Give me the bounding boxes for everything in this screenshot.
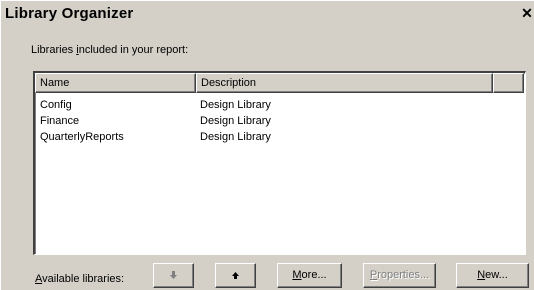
available-libraries-label: Available libraries: <box>35 273 125 285</box>
list-item-name: Finance <box>40 115 80 127</box>
list-item-description: Design Library <box>200 115 271 127</box>
arrow-up-icon <box>232 271 239 279</box>
dialog-title: Library Organizer <box>5 5 134 22</box>
library-organizer-dialog: Library Organizer ✕ Libraries included i… <box>0 0 534 290</box>
column-header-description[interactable]: Description <box>196 73 493 93</box>
new-button[interactable]: New... <box>456 263 529 288</box>
move-up-button[interactable] <box>215 263 256 288</box>
close-icon: ✕ <box>521 5 533 21</box>
list-item-description: Design Library <box>200 131 271 143</box>
close-button[interactable]: ✕ <box>521 6 533 20</box>
column-header-extra[interactable] <box>493 73 524 93</box>
move-down-button[interactable] <box>153 263 194 288</box>
list-header: Name Description <box>35 73 525 93</box>
list-item-description: Design Library <box>200 99 271 111</box>
more-button[interactable]: More... <box>277 263 342 288</box>
list-item[interactable]: Finance Design Library <box>35 113 525 129</box>
title-bar[interactable]: Library Organizer ✕ <box>1 1 534 29</box>
libraries-included-label: Libraries included in your report: <box>31 44 189 56</box>
included-libraries-list[interactable]: Name Description Config Design Library F… <box>33 71 526 255</box>
column-header-name[interactable]: Name <box>35 73 196 93</box>
arrow-down-icon <box>170 270 177 279</box>
list-item-name: Config <box>40 99 72 111</box>
list-rows: Config Design Library Finance Design Lib… <box>35 97 525 145</box>
list-item[interactable]: Config Design Library <box>35 97 525 113</box>
properties-button[interactable]: Properties... <box>363 263 436 288</box>
list-item[interactable]: QuarterlyReports Design Library <box>35 129 525 145</box>
list-item-name: QuarterlyReports <box>40 131 124 143</box>
